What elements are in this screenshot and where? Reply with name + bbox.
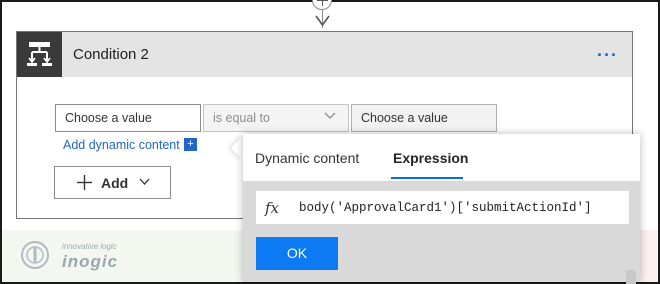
tab-dynamic-content[interactable]: Dynamic content [255, 150, 359, 166]
operator-dropdown[interactable]: is equal to [203, 104, 349, 132]
operator-value: is equal to [213, 111, 270, 125]
add-dynamic-content-plus-icon[interactable]: + [184, 138, 197, 151]
tab-expression[interactable]: Expression [393, 150, 468, 166]
more-options-icon[interactable]: ··· [597, 45, 618, 66]
watermark-brand: inogic [62, 252, 119, 271]
scrollbar-thumb[interactable] [626, 270, 636, 284]
add-dynamic-content-link[interactable]: Add dynamic content [63, 138, 180, 152]
watermark-tagline: innovative logic [62, 242, 117, 251]
plus-icon [77, 175, 92, 190]
right-value-input[interactable]: Choose a value [351, 104, 497, 132]
arrow-down-icon [315, 15, 330, 27]
chevron-down-icon [139, 178, 150, 185]
condition-icon [17, 32, 62, 77]
fx-icon: fx [265, 199, 280, 217]
expression-panel: fx body('ApprovalCard1')['submitActionId… [243, 181, 640, 282]
add-button-label: Add [101, 175, 129, 191]
left-value-input[interactable]: Choose a value [55, 104, 201, 132]
expression-flyout: Dynamic content Expression fx body('Appr… [243, 134, 640, 282]
inogic-logo-icon [21, 241, 49, 269]
ok-button[interactable]: OK [256, 237, 338, 270]
active-tab-indicator [391, 177, 463, 179]
chevron-down-icon [324, 112, 336, 119]
condition-header[interactable]: Condition 2 ··· [17, 32, 632, 77]
condition-branch-icon [27, 42, 52, 66]
expression-text: body('ApprovalCard1')['submitActionId'] [299, 201, 592, 215]
condition-title: Condition 2 [73, 46, 149, 63]
expression-input[interactable]: fx body('ApprovalCard1')['submitActionId… [256, 191, 629, 224]
add-button[interactable]: Add [54, 166, 171, 199]
